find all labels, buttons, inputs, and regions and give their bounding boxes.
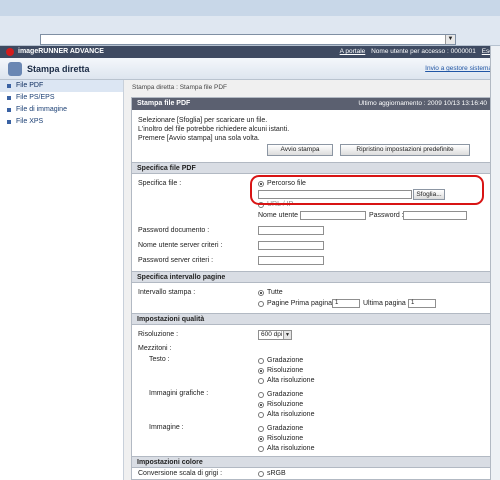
text-high-resolution-radio[interactable]: [258, 378, 264, 384]
sidebar-item-ps-eps[interactable]: File PS/EPS: [0, 92, 123, 104]
portal-link[interactable]: A portale: [340, 48, 366, 55]
sidebar-item-pdf[interactable]: File PDF: [0, 80, 123, 92]
text-halftone-label: Testo :: [149, 356, 170, 363]
text-gradation-radio[interactable]: [258, 358, 264, 364]
password-label: Password :: [369, 212, 404, 219]
image-gradation-radio[interactable]: [258, 426, 264, 432]
sidebar-item-label: File di immagine: [16, 106, 67, 113]
option-label: Risoluzione: [267, 401, 304, 408]
username-input[interactable]: [300, 211, 366, 220]
option-label: Gradazione: [267, 357, 304, 364]
sidebar: File PDF File PS/EPS File di immagine Fi…: [0, 80, 124, 480]
graphics-high-resolution-radio[interactable]: [258, 412, 264, 418]
browser-tab-strip: [0, 0, 500, 16]
text-resolution-radio[interactable]: [258, 368, 264, 374]
app-header: imageRUNNER ADVANCE A portale Nome utent…: [0, 46, 500, 58]
option-label: Alta risoluzione: [267, 445, 315, 452]
option-label: Risoluzione: [267, 367, 304, 374]
password-input[interactable]: [403, 211, 467, 220]
address-dropdown-icon[interactable]: ▼: [445, 35, 455, 44]
halftone-label: Mezzitoni :: [138, 345, 172, 352]
panel-header: Stampa file PDF Ultimo aggiornamento : 2…: [132, 98, 492, 110]
bullet-icon: [7, 108, 11, 112]
page-range-option: Pagine Prima pagina :: [267, 300, 336, 307]
start-print-button[interactable]: Avvio stampa: [267, 144, 333, 156]
section-page-range: Specifica intervallo pagine: [132, 271, 492, 283]
srgb-option: sRGB: [267, 470, 286, 477]
sidebar-item-label: File PDF: [16, 82, 44, 89]
image-high-resolution-radio[interactable]: [258, 446, 264, 452]
option-label: Alta risoluzione: [267, 411, 315, 418]
panel-title: Stampa file PDF: [137, 100, 191, 107]
main-content: Stampa diretta : Stampa file PDF Stampa …: [124, 80, 500, 480]
user-label: Nome utente per accesso : 0000001: [371, 48, 476, 55]
last-page-label: Ultima pagina :: [363, 300, 410, 307]
first-page-input[interactable]: 1: [332, 299, 360, 308]
graphics-resolution-radio[interactable]: [258, 402, 264, 408]
reset-defaults-button[interactable]: Ripristino impostazioni predefinite: [340, 144, 470, 156]
brand-logo-icon: [6, 48, 14, 56]
grayscale-label: Conversione scala di grigi :: [138, 470, 223, 477]
option-label: Alta risoluzione: [267, 377, 315, 384]
image-halftone-label: Immagine :: [149, 424, 184, 431]
sidebar-item-image[interactable]: File di immagine: [0, 104, 123, 116]
section-file-spec: Specifica file PDF: [132, 162, 492, 174]
srgb-radio[interactable]: [258, 471, 264, 477]
page-range-radio[interactable]: [258, 301, 264, 307]
option-label: Risoluzione: [267, 435, 304, 442]
server-password-label: Password server criteri :: [138, 257, 214, 264]
doc-password-label: Password documento :: [138, 227, 210, 234]
section-color: Impostazioni colore: [132, 456, 492, 468]
graphics-gradation-radio[interactable]: [258, 392, 264, 398]
bullet-icon: [7, 96, 11, 100]
sidebar-item-label: File XPS: [16, 118, 44, 125]
sidebar-item-xps[interactable]: File XPS: [0, 116, 123, 128]
brand-name: imageRUNNER ADVANCE: [18, 48, 104, 55]
bullet-icon: [7, 84, 11, 88]
bullet-icon: [7, 120, 11, 124]
last-updated: Ultimo aggiornamento : 2009 10/13 13:16:…: [358, 100, 487, 107]
print-pdf-panel: Stampa file PDF Ultimo aggiornamento : 2…: [131, 97, 493, 480]
server-user-input[interactable]: [258, 241, 324, 250]
dropdown-arrow-icon: ▼: [283, 331, 291, 339]
breadcrumb: Stampa diretta : Stampa file PDF: [132, 84, 228, 91]
instruction-line: L'inoltro del file potrebbe richiedere a…: [138, 126, 290, 133]
print-range-label: Intervallo stampa :: [138, 289, 196, 296]
username-label: Nome utente :: [258, 212, 302, 219]
file-spec-label: Specifica file :: [138, 180, 182, 187]
resolution-value: 600 dpi: [261, 331, 283, 338]
page-title-bar: Stampa diretta Invio a gestore sistema: [0, 58, 500, 80]
page-title: Stampa diretta: [27, 64, 90, 74]
graphics-halftone-label: Immagini grafiche :: [149, 390, 209, 397]
page-scrollbar[interactable]: [490, 46, 500, 480]
option-label: Gradazione: [267, 425, 304, 432]
instruction-line: Premere [Avvio stampa] una sola volta.: [138, 135, 260, 142]
option-label: Gradazione: [267, 391, 304, 398]
instruction-line: Selezionare [Sfoglia] per scaricare un f…: [138, 117, 268, 124]
sidebar-item-label: File PS/EPS: [16, 94, 55, 101]
address-bar[interactable]: ▼: [40, 34, 456, 45]
all-pages-radio[interactable]: [258, 290, 264, 296]
image-resolution-radio[interactable]: [258, 436, 264, 442]
file-spec-highlight: [250, 175, 484, 205]
server-password-input[interactable]: [258, 256, 324, 265]
resolution-label: Risoluzione :: [138, 331, 179, 338]
direct-print-icon: [8, 62, 22, 76]
server-user-label: Nome utente server criteri :: [138, 242, 223, 249]
section-quality: Impostazioni qualità: [132, 313, 492, 325]
all-pages-option: Tutte: [267, 289, 283, 296]
last-page-input[interactable]: 1: [408, 299, 436, 308]
resolution-select[interactable]: 600 dpi ▼: [258, 330, 292, 340]
send-to-admin-link[interactable]: Invio a gestore sistema: [425, 65, 492, 72]
doc-password-input[interactable]: [258, 226, 324, 235]
